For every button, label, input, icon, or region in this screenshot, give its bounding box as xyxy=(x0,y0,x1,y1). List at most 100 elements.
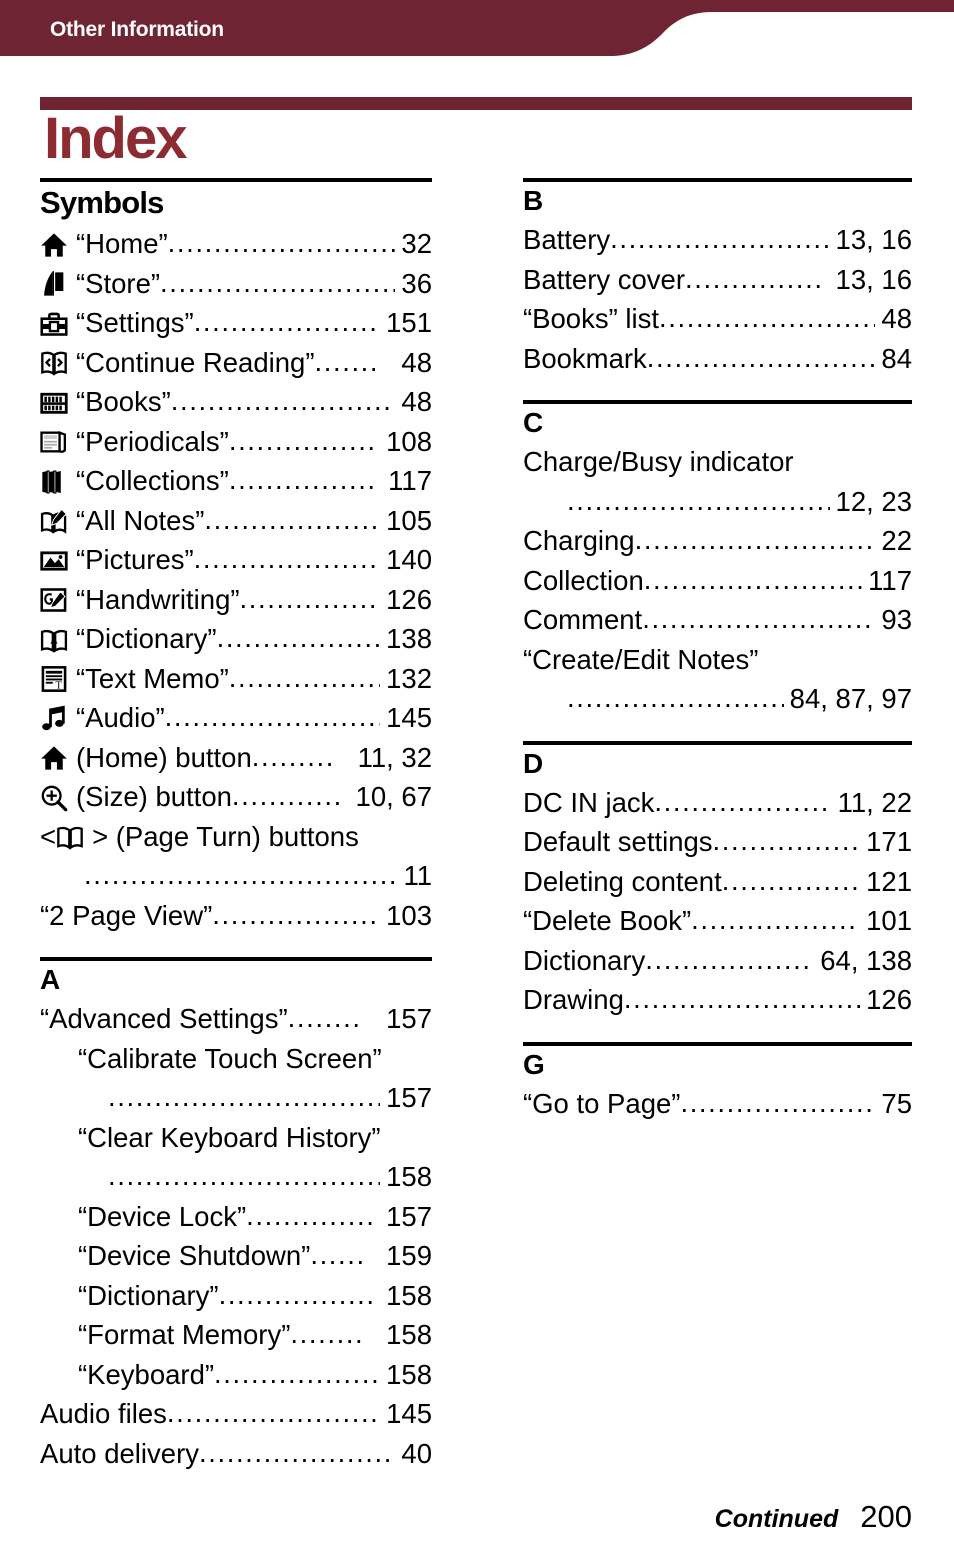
index-entry-page: 84, 87, 97 xyxy=(789,683,912,714)
settings-toolbox-icon xyxy=(40,310,70,338)
index-entry: “Go to Page”...................... 75 xyxy=(523,1084,912,1124)
index-entry-page: 105 xyxy=(386,504,432,536)
index-section: G “Go to Page”...................... 75 xyxy=(523,1041,912,1124)
index-entry: Charging............................ 22 xyxy=(523,521,912,561)
index-entry-page: 13, 16 xyxy=(835,224,912,255)
index-entry-leader-dots: ................ xyxy=(228,464,377,495)
index-entry-label: Collection xyxy=(523,564,644,596)
index-entry-page: 48 xyxy=(881,303,912,334)
index-entry-leader-dots: ...................... xyxy=(680,1086,876,1118)
index-entry-page: 11, 32 xyxy=(357,741,432,773)
index-entry-page: 159 xyxy=(386,1240,432,1271)
index-entry-label: “Collections” xyxy=(76,465,229,496)
index-entry-label: Drawing xyxy=(523,984,624,1015)
index-entry: “Device Shutdown”...... 159 xyxy=(40,1236,432,1276)
index-entry-label: “Clear Keyboard History” xyxy=(78,1121,381,1153)
svg-text:A: A xyxy=(50,633,59,646)
section-heading: A xyxy=(40,964,60,995)
index-entry-leader-dots: ................ xyxy=(239,582,381,614)
index-entry-list: “Advanced Settings”........ 157 “Calibrate… xyxy=(40,999,432,1473)
index-entry-page: 158 xyxy=(386,1319,432,1350)
index-entry: Battery......................... 13, 16 xyxy=(523,220,912,260)
index-entry-label: Default settings xyxy=(523,826,713,857)
index-entry-leader-dots: .................. xyxy=(212,898,379,930)
index-entry-leader-dots: ........................... xyxy=(623,983,861,1014)
index-section: B Battery......................... 13, 16 B… xyxy=(523,178,912,378)
index-entry-label: “Handwriting” xyxy=(76,583,240,615)
index-entry-page: 101 xyxy=(866,905,912,936)
index-entry: Auto delivery....................... 40 xyxy=(40,1434,432,1474)
index-entry-page: 10, 67 xyxy=(355,781,432,812)
index-entry-label: “Pictures” xyxy=(76,544,194,575)
index-entry: ................................12, 23 xyxy=(523,482,912,522)
index-entry-leader-dots: ........ xyxy=(290,1318,365,1349)
home-icon xyxy=(40,231,70,259)
index-entry-page: 158 xyxy=(386,1161,432,1192)
text-memo-icon: T xyxy=(40,665,70,693)
index-entry-leader-dots: ............................. xyxy=(160,266,395,298)
index-entry-leader-dots: ............ xyxy=(231,780,343,811)
index-entry: T “Text Memo”................. 132 xyxy=(40,659,432,699)
index-entry-leader-dots: ....................... xyxy=(198,1436,396,1468)
index-entry-list: “Go to Page”...................... 75 xyxy=(523,1084,912,1124)
index-entry-label: “2 Page View” xyxy=(40,899,213,931)
index-section: D DC IN jack................... 11, 22 Defa… xyxy=(523,740,912,1020)
index-entry-page: 117 xyxy=(868,564,912,596)
index-entry: < > (Page Turn) buttons.................… xyxy=(40,817,432,896)
index-entry-page: 108 xyxy=(386,425,432,457)
index-entry-label: “Go to Page” xyxy=(523,1087,681,1119)
index-entry-label: “Device Shutdown” xyxy=(78,1240,311,1271)
index-entry-label: “Dictionary” xyxy=(78,1279,219,1311)
index-entry: .......................... 84, 87, 97 xyxy=(523,679,912,719)
index-entry-page: 12, 23 xyxy=(835,485,912,517)
index-entry-label: “Dictionary” xyxy=(76,623,217,654)
index-entry: Default settings................ 171 xyxy=(523,822,912,862)
index-entry-leader-dots: ............... xyxy=(685,262,824,294)
index-entry-label: DC IN jack xyxy=(523,786,655,818)
index-entry-page: 117 xyxy=(388,465,432,496)
index-entry-page: 75 xyxy=(881,1087,912,1119)
index-entry-page: 171 xyxy=(866,826,912,857)
index-entry-page: 157 xyxy=(386,1003,432,1034)
index-entry-label: > (Page Turn) buttons xyxy=(92,820,359,852)
index-entry: “Books”........................... 48 xyxy=(40,382,432,422)
index-entry-page: 11, 22 xyxy=(837,786,912,818)
section-heading: G xyxy=(523,1048,545,1080)
page-title: Index xyxy=(44,106,187,171)
svg-text:T: T xyxy=(55,681,62,692)
index-entry: “Clear Keyboard History” xyxy=(40,1118,432,1158)
index-entry-list: DC IN jack................... 11, 22 Defau… xyxy=(523,783,912,1020)
index-entry-label: “Device Lock” xyxy=(78,1200,247,1232)
index-entry-leader-dots: ................... xyxy=(654,785,830,817)
index-entry: ................................ 158 xyxy=(40,1157,432,1197)
index-entry-label: Comment xyxy=(523,604,643,635)
index-entry-leader-dots: ............... xyxy=(721,864,861,896)
index-entry: “Delete Book”................... 101 xyxy=(523,901,912,941)
index-entry-leader-dots: ............................ xyxy=(634,524,876,555)
index-entry-page: 145 xyxy=(386,702,432,733)
index-entry-leader-dots: .......................... xyxy=(643,563,863,595)
index-entry-label: (Size) button xyxy=(76,781,232,812)
index-section: A “Advanced Settings”........ 157 “Calibrat… xyxy=(40,957,432,1473)
index-entry-label: “Books” list xyxy=(523,303,659,334)
index-entry-leader-dots: ................. xyxy=(218,1278,376,1310)
continue-reading-icon xyxy=(40,349,70,377)
index-entry-page: 36 xyxy=(401,267,432,299)
index-entry-label: Dictionary xyxy=(523,944,646,976)
collections-icon xyxy=(40,468,70,496)
index-entry-page: 158 xyxy=(386,1358,432,1390)
index-entry: “Periodicals”................ 108 xyxy=(40,422,432,462)
index-entry-leader-dots: ....................................... xyxy=(84,859,398,890)
index-entry-leader-dots: ................... xyxy=(216,622,381,653)
audio-icon xyxy=(40,705,70,733)
index-entry: Charge/Busy indicator xyxy=(523,442,912,482)
index-entry-page: 158 xyxy=(386,1279,432,1311)
index-entry-leader-dots: ......... xyxy=(251,740,335,772)
index-entry-leader-dots: ...... xyxy=(310,1239,366,1270)
index-entry-label: “Settings” xyxy=(76,307,194,338)
index-entry-leader-dots: ...................... xyxy=(193,543,381,574)
index-entry-page: 48 xyxy=(401,386,432,417)
index-entry-page: 84 xyxy=(881,342,912,374)
section-heading: C xyxy=(523,407,543,438)
index-entry-label: Audio files xyxy=(40,1398,167,1429)
